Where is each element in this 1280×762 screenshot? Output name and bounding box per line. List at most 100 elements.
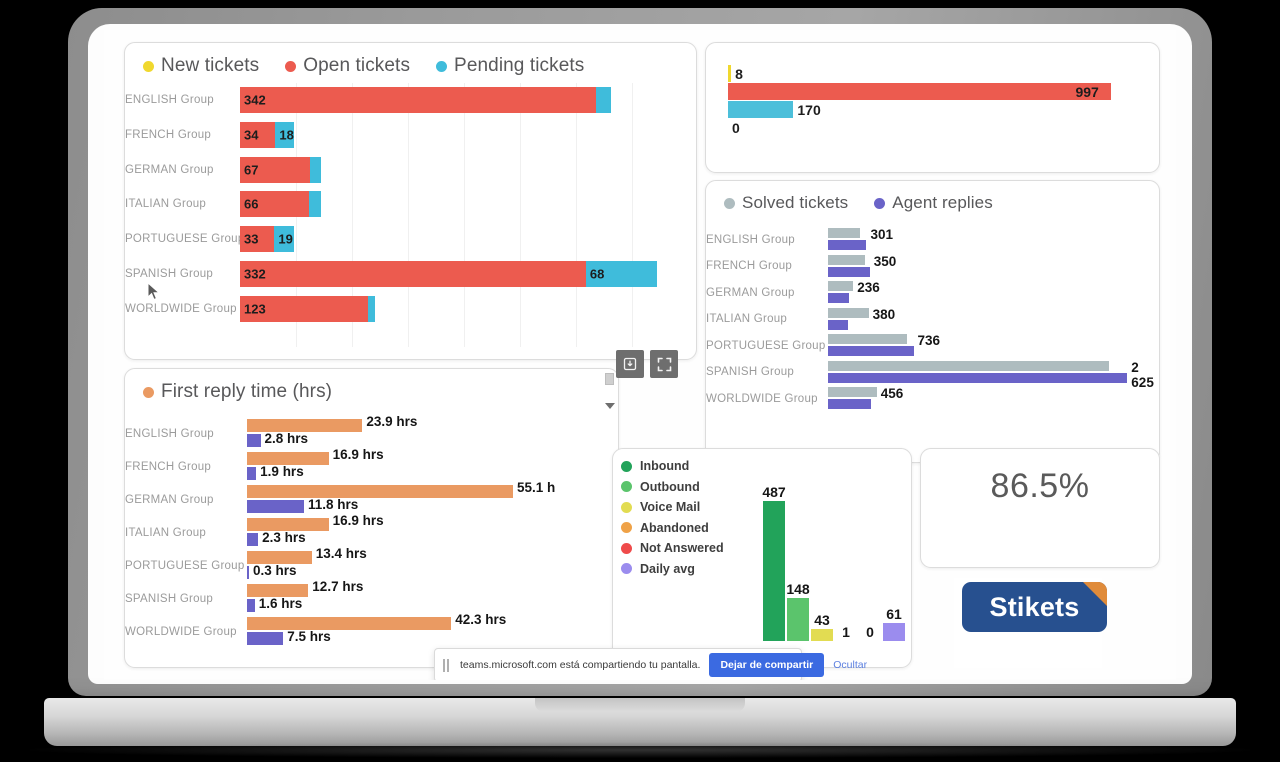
table-row[interactable]: SPANISH Group 332 68 — [125, 261, 686, 287]
total-bar[interactable] — [728, 101, 794, 118]
screen-share-notification: teams.microsoft.com está compartiendo tu… — [434, 648, 867, 680]
bar-agent-replies[interactable] — [828, 346, 914, 356]
total-bar[interactable] — [728, 83, 1112, 100]
category-label: WORLDWIDE Group — [125, 302, 237, 315]
bar-agent-reply-avg[interactable] — [247, 500, 304, 513]
bar-solved[interactable] — [828, 254, 866, 265]
table-row[interactable]: ITALIAN Group 66 — [125, 191, 686, 218]
bar-agent-reply-avg[interactable] — [247, 632, 284, 645]
bar-column[interactable]: 43 — [811, 491, 833, 641]
bar-voice-mail[interactable] — [811, 628, 833, 641]
legend-item-not-answered[interactable]: Not Answered — [621, 541, 724, 555]
bar-segment-open[interactable]: 66 — [240, 191, 309, 218]
bar-segment-pending[interactable] — [309, 156, 322, 183]
table-row[interactable]: GERMAN Group 55.1 h 11.8 hrs — [125, 480, 608, 516]
table-row[interactable]: ENGLISH Group 342 — [125, 87, 686, 113]
bar-agent-replies[interactable] — [828, 240, 867, 250]
table-row[interactable]: 997 — [728, 83, 1147, 100]
bar-agent-reply-avg[interactable] — [247, 566, 249, 579]
bar-agent-replies[interactable] — [828, 372, 1128, 383]
bar-agent-replies[interactable] — [828, 293, 850, 303]
fullscreen-icon[interactable] — [650, 350, 678, 378]
table-row[interactable]: FRENCH Group 34 18 — [125, 121, 686, 148]
table-row[interactable]: PORTUGUESE Group 13.4 hrs 0.3 hrs — [125, 546, 608, 582]
bar-solved[interactable] — [828, 281, 854, 291]
bar-first-reply-time[interactable] — [247, 485, 513, 498]
legend-item-solved-tickets[interactable]: Solved tickets — [724, 193, 848, 213]
bar-first-reply-time[interactable] — [247, 617, 452, 630]
table-row[interactable]: SPANISH Group 2 625 — [706, 360, 1154, 390]
scrollbar-thumb[interactable] — [605, 373, 614, 385]
hide-notification-link[interactable]: Ocultar — [833, 659, 867, 671]
frt-scrollbar[interactable] — [604, 373, 615, 409]
bar-agent-replies[interactable] — [828, 266, 870, 277]
drag-handle-icon[interactable] — [443, 658, 451, 672]
bar-column[interactable]: 1 — [835, 491, 857, 641]
total-bar[interactable] — [728, 65, 732, 82]
legend-item-pending-tickets[interactable]: Pending tickets — [436, 55, 584, 77]
table-row[interactable]: 8 — [728, 65, 1147, 82]
legend-item-agent-replies[interactable]: Agent replies — [874, 193, 993, 213]
bar-segment-pending[interactable] — [368, 295, 376, 322]
bar-inbound[interactable] — [763, 500, 785, 641]
bar-agent-replies[interactable] — [828, 399, 871, 409]
bar-segment-open[interactable]: 342 — [240, 87, 597, 113]
stikets-logo: Stikets — [962, 582, 1107, 632]
bar-segment-pending[interactable]: 68 — [585, 261, 657, 287]
table-row[interactable]: PORTUGUESE Group 736 — [706, 333, 1147, 358]
bar-solved[interactable] — [828, 360, 1109, 371]
stop-sharing-button[interactable]: Dejar de compartir — [709, 653, 825, 677]
table-row[interactable]: FRENCH Group 16.9 hrs 1.9 hrs — [125, 447, 608, 483]
chevron-down-icon[interactable] — [604, 403, 615, 409]
bar-segment-pending[interactable] — [596, 87, 611, 113]
bar-agent-reply-avg[interactable] — [247, 434, 261, 447]
table-row[interactable]: FRENCH Group 350 — [706, 254, 1147, 279]
table-row[interactable]: GERMAN Group 67 — [125, 156, 686, 183]
bar-column[interactable]: 61 — [883, 491, 905, 641]
bar-segment-open[interactable]: 67 — [240, 156, 310, 183]
table-row[interactable]: WORLDWIDE Group 123 — [125, 295, 686, 322]
bar-agent-replies[interactable] — [828, 319, 849, 330]
bar-solved[interactable] — [828, 307, 869, 318]
total-value-label: 8 — [735, 65, 743, 82]
bar-outbound[interactable] — [787, 598, 809, 641]
bar-segment-open[interactable]: 34 — [240, 121, 276, 148]
legend-item-first-reply-time[interactable]: First reply time (hrs) — [143, 381, 332, 403]
legend-item-daily-avg[interactable]: Daily avg — [621, 562, 724, 576]
bar-solved[interactable] — [828, 387, 877, 397]
bar-column[interactable]: 487 — [762, 484, 786, 641]
table-row[interactable]: 170 — [728, 101, 1147, 118]
bar-segment-open[interactable]: 332 — [240, 261, 586, 287]
table-row[interactable]: 0 — [728, 119, 1147, 136]
category-label: GERMAN Group — [125, 493, 214, 506]
bar-agent-reply-avg[interactable] — [247, 599, 255, 612]
bar-segment-pending[interactable] — [308, 191, 322, 218]
bar-solved[interactable] — [828, 228, 861, 238]
table-row[interactable]: ENGLISH Group 301 — [706, 227, 1147, 252]
table-row[interactable]: WORLDWIDE Group 42.3 hrs 7.5 hrs — [125, 612, 608, 648]
table-row[interactable]: ITALIAN Group 16.9 hrs 2.3 hrs — [125, 513, 608, 549]
legend-item-abandoned[interactable]: Abandoned — [621, 521, 724, 535]
bar-agent-reply-avg[interactable] — [247, 533, 259, 546]
table-row[interactable]: SPANISH Group 12.7 hrs 1.6 hrs — [125, 579, 608, 615]
bar-column[interactable]: 148 — [786, 491, 810, 641]
legend-item-new-tickets[interactable]: New tickets — [143, 55, 259, 77]
bar-column[interactable]: 0 — [859, 491, 881, 641]
legend-item-outbound[interactable]: Outbound — [621, 480, 724, 494]
bar-segment-open[interactable]: 123 — [240, 295, 369, 322]
export-icon[interactable] — [616, 350, 644, 378]
legend-item-voice-mail[interactable]: Voice Mail — [621, 500, 724, 514]
bar-segment-pending[interactable]: 18 — [275, 121, 295, 148]
bar-daily-avg[interactable] — [883, 623, 905, 641]
legend-item-inbound[interactable]: Inbound — [621, 459, 724, 473]
table-row[interactable]: ENGLISH Group 23.9 hrs 2.8 hrs — [125, 414, 608, 450]
legend-item-open-tickets[interactable]: Open tickets — [285, 55, 410, 77]
table-row[interactable]: GERMAN Group 236 — [706, 280, 1147, 305]
table-row[interactable]: PORTUGUESE Group 33 19 — [125, 226, 686, 253]
bar-segment-pending[interactable]: 19 — [274, 226, 295, 253]
bar-segment-open[interactable]: 33 — [240, 226, 275, 253]
table-row[interactable]: WORLDWIDE Group 456 — [706, 386, 1147, 411]
table-row[interactable]: ITALIAN Group 380 — [706, 307, 1147, 332]
bar-solved[interactable] — [828, 334, 907, 344]
bar-agent-reply-avg[interactable] — [247, 467, 257, 480]
